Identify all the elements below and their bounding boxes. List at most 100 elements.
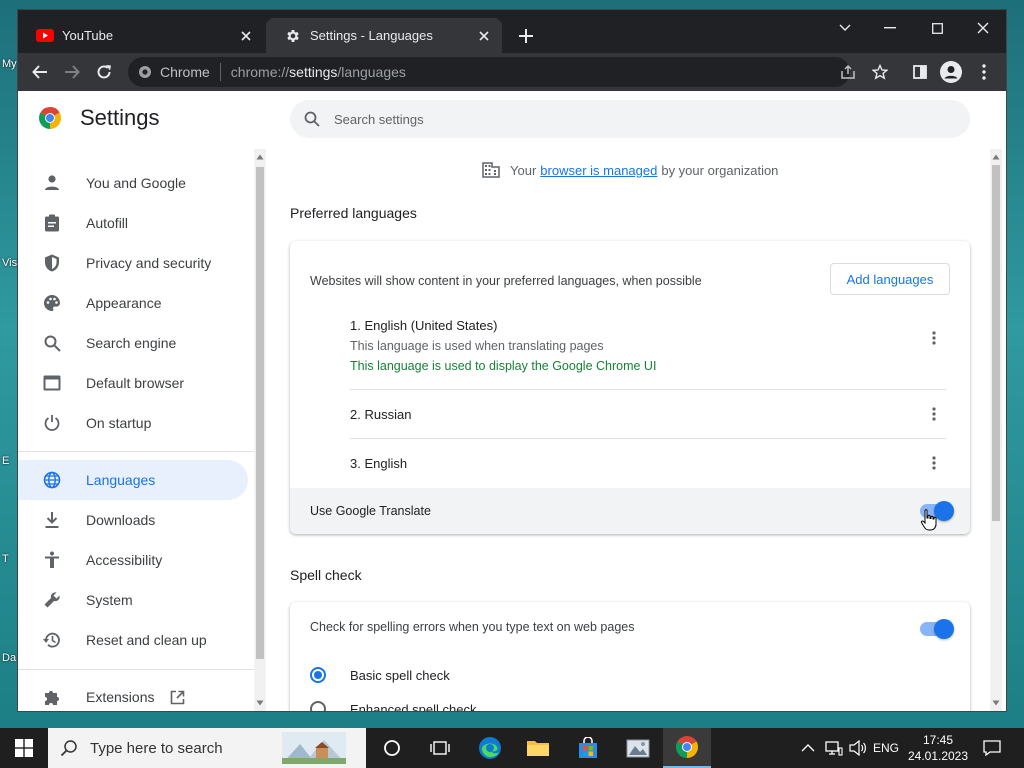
desktop-icon-label[interactable]: Vis (2, 257, 17, 269)
sidebar-item-reset-and-clean-up[interactable]: Reset and clean up (18, 620, 248, 660)
more-actions-kebab-icon[interactable] (922, 402, 946, 426)
share-icon[interactable] (837, 61, 859, 83)
settings-page: Settings Search settings You and Google … (18, 91, 1006, 711)
enhanced-spell-check-option[interactable]: Enhanced spell check (310, 701, 476, 711)
scrollbar-thumb[interactable] (256, 167, 264, 659)
spell-check-card: Check for spelling errors when you type … (290, 602, 970, 711)
file-explorer-folder-icon[interactable] (514, 728, 562, 768)
external-link-icon (170, 690, 185, 705)
sidebar-item-autofill[interactable]: Autofill (18, 203, 248, 243)
sidebar-item-you-and-google[interactable]: You and Google (18, 163, 248, 203)
sidebar-item-on-startup[interactable]: On startup (18, 403, 248, 443)
managed-notice: Your browser is managed by your organiza… (482, 162, 778, 178)
minimize-icon[interactable] (878, 16, 902, 40)
scrollbar-thumb[interactable] (992, 165, 1000, 521)
content-scrollbar[interactable] (990, 149, 1002, 711)
scroll-up-arrow-icon[interactable] (256, 153, 264, 161)
radio-button[interactable] (310, 701, 326, 711)
volume-speaker-icon[interactable] (846, 728, 870, 768)
spell-check-heading: Spell check (290, 567, 362, 583)
desktop-icon-label[interactable]: T (2, 553, 9, 565)
scroll-down-arrow-icon[interactable] (992, 699, 1000, 707)
sidebar-item-appearance[interactable]: Appearance (18, 283, 248, 323)
close-icon[interactable] (476, 28, 492, 44)
profile-avatar-icon[interactable] (940, 61, 962, 83)
sidebar-item-downloads[interactable]: Downloads (18, 500, 248, 540)
menu-kebab-icon[interactable] (973, 61, 995, 83)
window-close-icon[interactable] (971, 16, 995, 40)
taskbar-search-box[interactable]: Type here to search (48, 728, 366, 768)
sidebar-item-languages[interactable]: Languages (18, 460, 248, 500)
language-translate-note: This language is used when translating p… (350, 339, 604, 353)
desktop-icon-label[interactable]: My (2, 58, 17, 70)
sidebar-item-label: Accessibility (86, 552, 163, 568)
desktop-icon-label[interactable]: E (2, 455, 9, 467)
sidebar-divider (18, 451, 254, 452)
language-ui-note: This language is used to display the Goo… (350, 359, 657, 373)
browser-managed-link[interactable]: browser is managed (540, 163, 657, 178)
sidebar-scrollbar[interactable] (254, 149, 266, 711)
cortana-circle-icon[interactable] (368, 728, 416, 768)
network-icon[interactable] (822, 728, 846, 768)
scroll-up-arrow-icon[interactable] (992, 153, 1000, 161)
taskbar-search-placeholder: Type here to search (90, 739, 223, 757)
spell-check-toggle[interactable] (920, 619, 954, 639)
sidebar-item-extensions[interactable]: Extensions (18, 677, 248, 711)
start-windows-icon[interactable] (0, 728, 48, 768)
side-panel-icon[interactable] (909, 61, 931, 83)
forward-arrow-icon[interactable] (61, 61, 83, 83)
language-item: 2. Russian (350, 390, 946, 439)
sidebar-item-accessibility[interactable]: Accessibility (18, 540, 248, 580)
settings-header: Settings (38, 105, 160, 131)
close-icon[interactable] (238, 28, 254, 44)
language-name: 2. Russian (350, 406, 412, 422)
hand-cursor-icon (920, 509, 937, 531)
url-text[interactable]: chrome://settings/languages (231, 64, 406, 80)
search-settings-input[interactable]: Search settings (290, 100, 970, 138)
toggle-knob (934, 619, 954, 639)
tab-settings-languages[interactable]: Settings - Languages (266, 18, 502, 53)
microsoft-store-icon[interactable] (564, 728, 612, 768)
tab-youtube[interactable]: YouTube (18, 18, 264, 53)
sidebar-item-label: On startup (86, 415, 152, 431)
new-tab-plus-icon[interactable] (516, 26, 536, 46)
use-google-translate-row[interactable]: Use Google Translate (290, 488, 970, 534)
sidebar-item-system[interactable]: System (18, 580, 248, 620)
radio-button-selected[interactable] (310, 667, 326, 683)
settings-sidebar: You and Google Autofill Privacy and secu… (18, 149, 254, 711)
taskbar-clock[interactable]: 17:45 24.01.2023 (906, 732, 970, 764)
url-scheme: chrome:// (230, 64, 290, 80)
scroll-down-arrow-icon[interactable] (256, 699, 264, 707)
edge-browser-icon[interactable] (466, 728, 514, 768)
chrome-window: YouTube Settings - Languages Chrome chro… (18, 10, 1006, 711)
add-languages-button[interactable]: Add languages (830, 263, 950, 295)
sidebar-item-default-browser[interactable]: Default browser (18, 363, 248, 403)
more-actions-kebab-icon[interactable] (922, 451, 946, 475)
chrome-logo-icon (39, 107, 61, 129)
tab-search-chevron-down-icon[interactable] (833, 16, 857, 40)
basic-spell-check-option[interactable]: Basic spell check (310, 667, 450, 683)
bookmark-star-icon[interactable] (869, 61, 891, 83)
language-name: 3. English (350, 456, 408, 471)
back-arrow-icon[interactable] (29, 61, 51, 83)
address-bar[interactable]: Chrome chrome://settings/languages (128, 57, 850, 87)
task-view-icon[interactable] (416, 728, 464, 768)
chrome-taskbar-icon[interactable] (663, 728, 711, 768)
sidebar-item-search-engine[interactable]: Search engine (18, 323, 248, 363)
url-host: settings (289, 64, 338, 80)
sidebar-item-privacy-and-security[interactable]: Privacy and security (18, 243, 248, 283)
radio-label: Basic spell check (350, 667, 450, 683)
desktop-icon-label[interactable]: Da (2, 652, 16, 664)
more-actions-kebab-icon[interactable] (922, 326, 946, 350)
maximize-icon[interactable] (925, 16, 949, 40)
chrome-chip[interactable]: Chrome (138, 63, 221, 81)
clipboard-icon (42, 213, 62, 233)
show-hidden-icons-chevron-up-icon[interactable] (796, 728, 820, 768)
reload-icon[interactable] (93, 61, 115, 83)
sidebar-item-label: Privacy and security (86, 255, 212, 271)
chrome-logo-icon (139, 66, 151, 78)
input-language-indicator[interactable]: ENG (870, 728, 902, 768)
photos-app-icon[interactable] (614, 728, 662, 768)
notifications-icon[interactable] (978, 728, 1006, 768)
use-google-translate-label: Use Google Translate (310, 504, 431, 518)
